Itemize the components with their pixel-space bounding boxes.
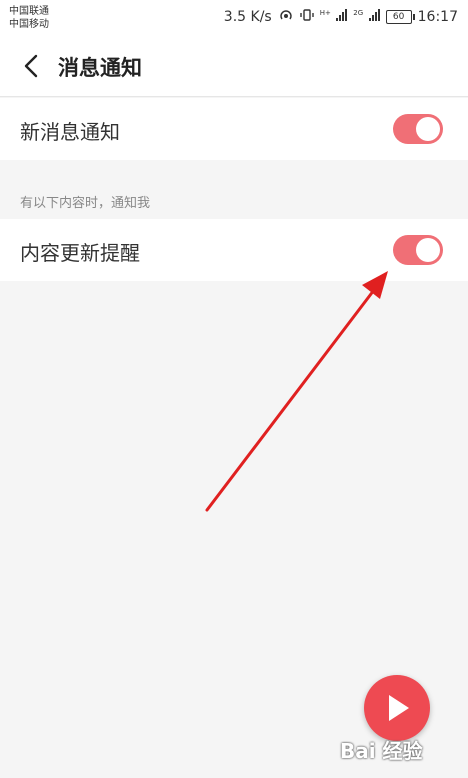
network-speed: 3.5 K/s [223, 9, 272, 25]
battery-level: 60 [392, 12, 405, 22]
carrier-2: 中国移动 [9, 19, 49, 30]
status-indicators: 3.5 K/s H+ 2G 60 16:17 [224, 8, 458, 26]
play-icon [389, 695, 409, 721]
watermark: Bai 经验 [340, 739, 423, 763]
play-button[interactable] [364, 675, 430, 741]
signal-bars-icon [368, 9, 380, 21]
hotspot-icon [278, 8, 294, 26]
page-header: 消息通知 [0, 36, 468, 97]
content-update-toggle[interactable] [393, 235, 443, 265]
signal-2: 2G [353, 9, 380, 25]
status-bar: 中国联通 中国移动 3.5 K/s H+ 2G 60 16:17 [0, 0, 468, 36]
carrier-names: 中国联通 中国移动 [9, 5, 49, 31]
clock: 16:17 [417, 9, 458, 25]
page-title: 消息通知 [58, 56, 142, 80]
setting-label-new-message: 新消息通知 [20, 120, 120, 144]
signal-1-label: H+ [319, 9, 331, 17]
toggle-knob [416, 117, 440, 141]
signal-1: H+ [320, 9, 348, 25]
chevron-left-icon [24, 54, 38, 78]
signal-bars-icon [336, 9, 348, 21]
carrier-1: 中国联通 [9, 6, 49, 17]
back-button[interactable] [18, 52, 46, 80]
new-message-toggle[interactable] [393, 114, 443, 144]
setting-row-new-message: 新消息通知 [0, 98, 468, 160]
signal-2-label: 2G [353, 9, 364, 17]
vibrate-icon [300, 8, 314, 26]
battery-icon: 60 [385, 10, 415, 24]
setting-row-content-update: 内容更新提醒 [0, 219, 468, 281]
toggle-knob [416, 238, 440, 262]
section-hint: 有以下内容时，通知我 [20, 196, 151, 211]
setting-label-content-update: 内容更新提醒 [20, 241, 140, 265]
